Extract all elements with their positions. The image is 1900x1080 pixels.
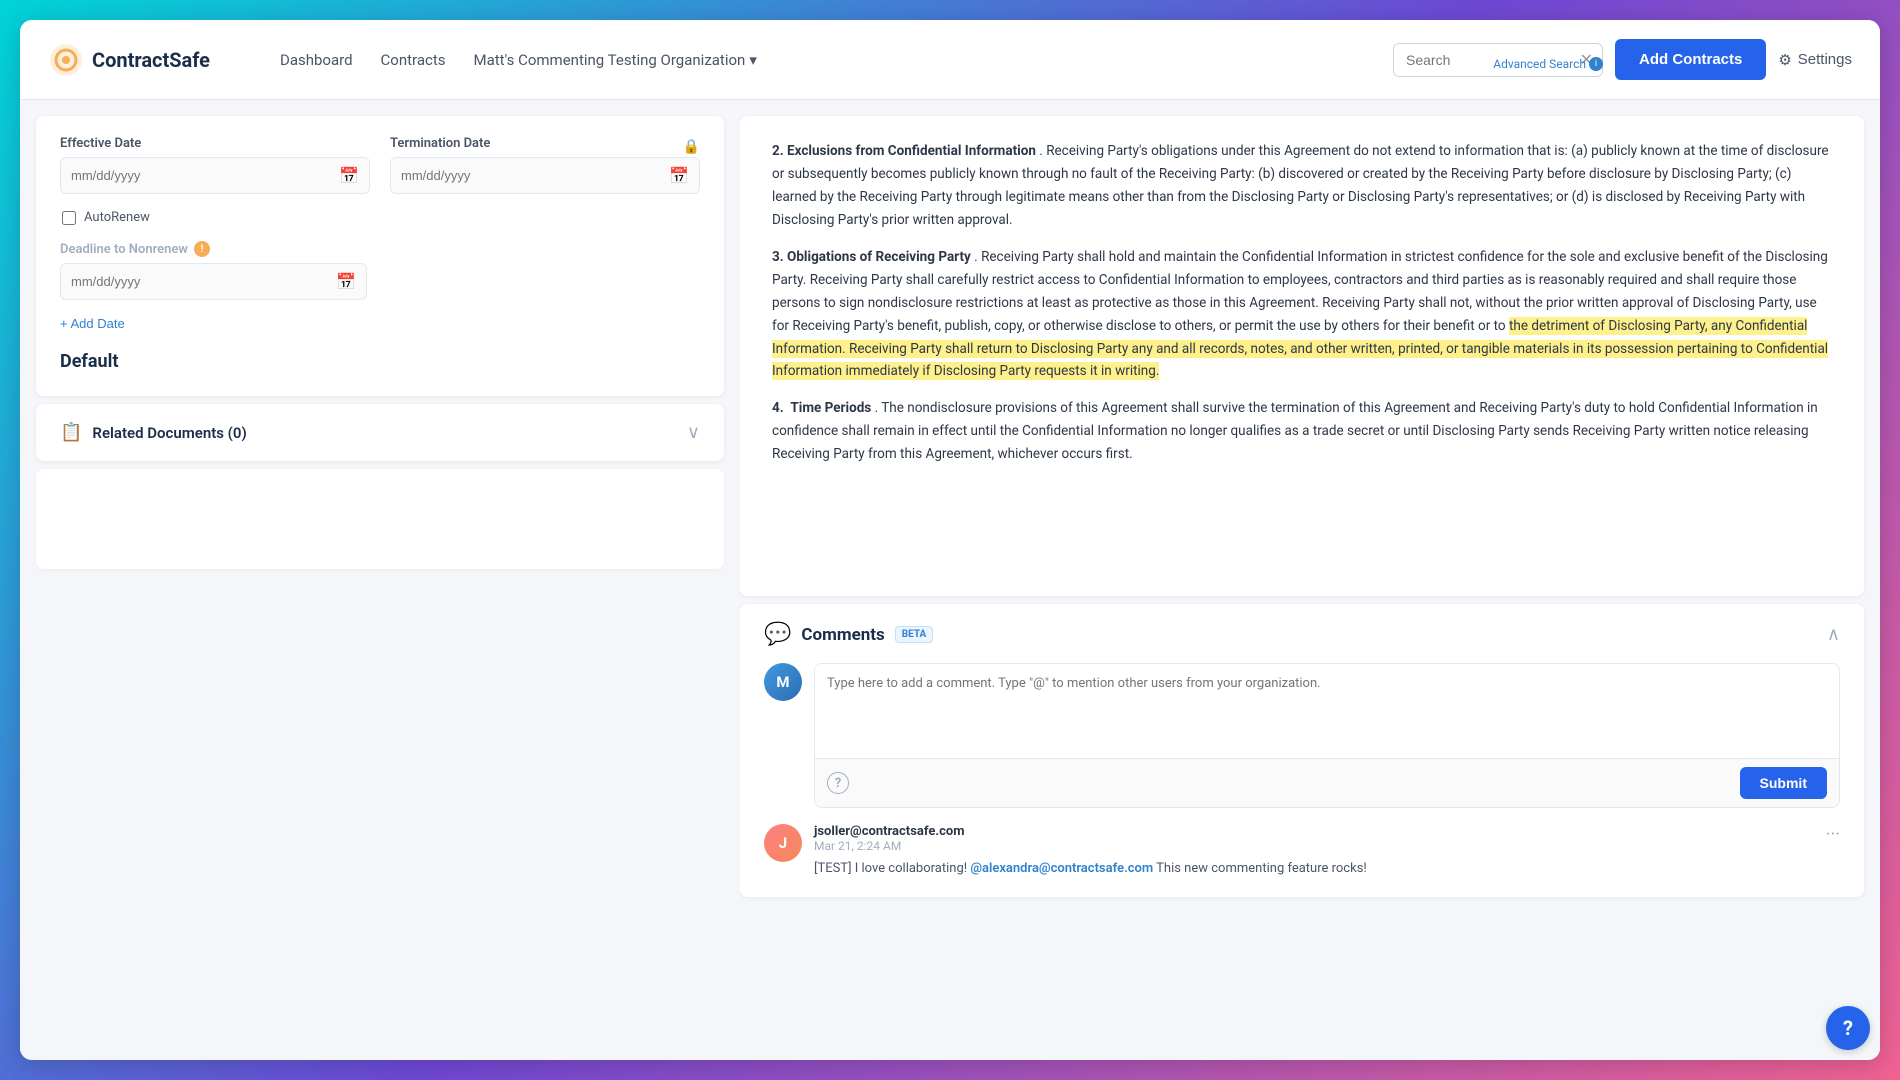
comments-title-row: 💬 Comments BETA [764,622,933,647]
add-contracts-button[interactable]: Add Contracts [1615,39,1766,80]
advanced-search-info-icon: i [1589,57,1603,71]
header-right: ✕ Advanced Search i Add Contracts ⚙ Sett… [1393,39,1852,80]
deadline-section: Deadline to Nonrenew ! 📅 [60,241,700,300]
right-panel: 2. Exclusions from Confidential Informat… [740,100,1880,1060]
doc-paragraph-3: 3. Obligations of Receiving Party . Rece… [772,246,1832,384]
related-docs-left: 📋 Related Documents (0) [60,422,247,443]
effective-date-input-wrapper: 📅 [60,157,370,194]
doc-paragraph-2: 2. Exclusions from Confidential Informat… [772,140,1832,232]
nav-links: Dashboard Contracts Matt's Commenting Te… [280,51,1361,69]
comment-body: jsoller@contractsafe.com Mar 21, 2:24 AM… [814,824,1814,879]
termination-date-input[interactable] [401,168,669,183]
related-docs-card[interactable]: 📋 Related Documents (0) ∨ [36,404,724,461]
deadline-input-wrapper: 📅 [60,263,367,300]
logo-icon [48,42,84,78]
effective-date-label: Effective Date [60,136,370,151]
comment-actions: ··· [1826,824,1840,845]
comment-input-wrapper: ? Submit [814,663,1840,808]
lock-icon: 🔒 [683,139,700,155]
add-date-button[interactable]: + Add Date [60,316,125,331]
logo-area: ContractSafe [48,42,248,78]
autorenew-label: AutoRenew [84,210,150,225]
effective-date-calendar-icon[interactable]: 📅 [339,166,359,185]
effective-date-field: Effective Date 📅 [60,136,370,194]
advanced-search[interactable]: Advanced Search i [1493,57,1603,71]
comment-author: jsoller@contractsafe.com [814,824,1814,839]
logo-text: ContractSafe [92,48,210,72]
termination-date-label: Termination Date [390,136,490,151]
document-text: 2. Exclusions from Confidential Informat… [772,140,1832,466]
comment-input-area: M ? Submit [764,663,1840,808]
comments-icon: 💬 [764,622,791,647]
termination-date-calendar-icon[interactable]: 📅 [669,166,689,185]
nav-dashboard[interactable]: Dashboard [280,51,353,69]
doc-section-4-title: Time Periods [790,400,871,416]
comments-panel: 💬 Comments BETA ∧ M ? Submi [740,604,1864,897]
effective-date-input[interactable] [71,168,339,183]
collapse-comments-icon[interactable]: ∧ [1827,624,1840,645]
comment-help-icon[interactable]: ? [827,772,849,794]
document-viewer: 2. Exclusions from Confidential Informat… [740,116,1864,596]
chevron-down-icon: ∨ [687,422,700,443]
termination-header: Termination Date 🔒 [390,136,700,157]
autorenew-checkbox[interactable] [62,211,76,225]
comment-more-icon[interactable]: ··· [1826,824,1840,845]
deadline-calendar-icon[interactable]: 📅 [336,272,356,291]
header: ContractSafe Dashboard Contracts Matt's … [20,20,1880,100]
main-content: Effective Date 📅 Termination Date 🔒 [20,100,1880,1060]
nav-org[interactable]: Matt's Commenting Testing Organization ▾ [474,51,757,69]
beta-badge: BETA [895,626,934,643]
comment-text: [TEST] I love collaborating! @alexandra@… [814,859,1814,879]
comment-author-avatar: J [764,824,802,862]
default-label: Default [60,351,700,372]
deadline-label: Deadline to Nonrenew ! [60,241,700,257]
global-help-button[interactable]: ? [1826,1006,1870,1050]
doc-section-3-title: Obligations of Receiving Party [787,249,971,265]
comment-textarea[interactable] [815,664,1839,754]
termination-date-field: Termination Date 🔒 📅 [390,136,700,194]
submit-comment-button[interactable]: Submit [1740,767,1827,799]
gear-icon: ⚙ [1778,51,1791,69]
left-panel: Effective Date 📅 Termination Date 🔒 [20,100,740,1060]
dates-row: Effective Date 📅 Termination Date 🔒 [60,136,700,194]
docs-icon: 📋 [60,422,82,443]
dates-card: Effective Date 📅 Termination Date 🔒 [36,116,724,396]
current-user-avatar: M [764,663,802,701]
related-docs-title: Related Documents (0) [92,424,246,442]
comments-title: Comments [801,625,884,645]
left-empty-area [36,469,724,569]
deadline-date-input[interactable] [71,274,336,289]
autorenew-row: AutoRenew [62,210,700,225]
comment-time: Mar 21, 2:24 AM [814,839,1814,853]
search-container: ✕ Advanced Search i [1393,43,1603,77]
nav-contracts[interactable]: Contracts [381,51,446,69]
doc-paragraph-4: 4. Time Periods . The nondisclosure prov… [772,397,1832,466]
deadline-warning-icon: ! [194,241,210,257]
comment-input-footer: ? Submit [815,758,1839,807]
termination-date-input-wrapper: 📅 [390,157,700,194]
comment-entry: J jsoller@contractsafe.com Mar 21, 2:24 … [764,824,1840,879]
doc-section-2-title: Exclusions from Confidential Information [787,143,1036,159]
settings-button[interactable]: ⚙ Settings [1778,51,1852,69]
comment-mention: @alexandra@contractsafe.com [970,861,1153,876]
comments-header: 💬 Comments BETA ∧ [764,622,1840,647]
